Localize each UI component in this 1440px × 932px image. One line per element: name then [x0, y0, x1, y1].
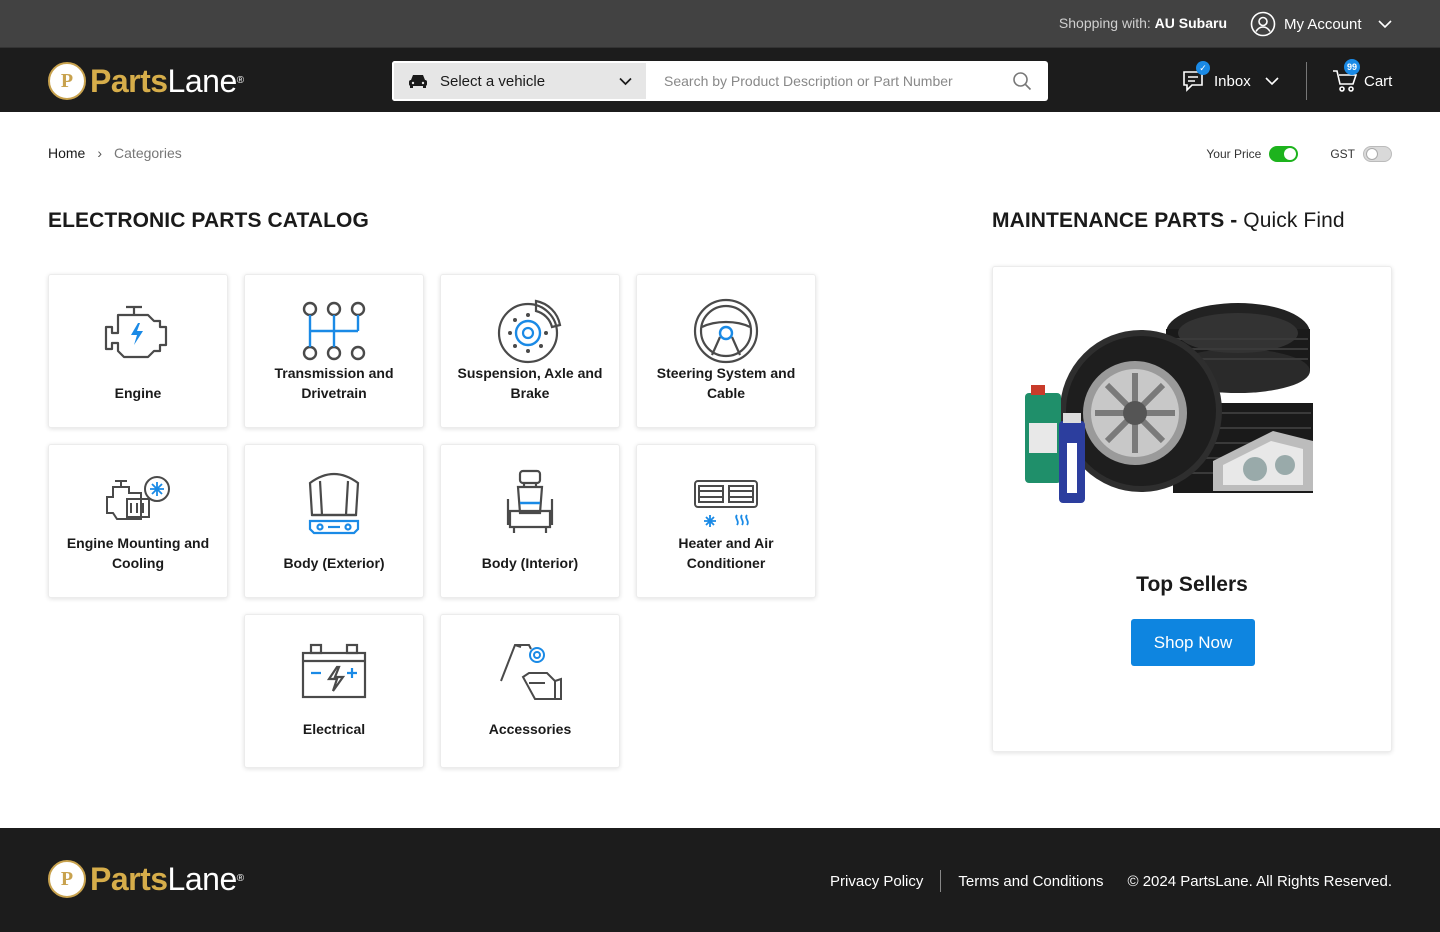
top-bar: Shopping with: AU Subaru My Account	[0, 0, 1440, 47]
brake-disc-icon	[497, 299, 562, 364]
tires-and-parts-image	[1025, 303, 1313, 503]
breadcrumb-separator: ›	[97, 145, 103, 161]
logo-mark: P	[48, 62, 86, 100]
catalog-title: ELECTRONIC PARTS CATALOG	[48, 209, 369, 232]
vehicle-label: Select a vehicle	[440, 72, 546, 90]
top-sellers-title: Top Sellers	[1136, 573, 1248, 596]
category-card-engine[interactable]: Engine	[48, 274, 228, 428]
inbox-label: Inbox	[1214, 72, 1251, 90]
footer-logo[interactable]: P PartsLane®	[48, 860, 244, 898]
price-toggles: Your Price GST	[1206, 146, 1392, 162]
main-header: P PartsLane® Select a vehicle ✓ Inbox 99…	[0, 47, 1440, 112]
steering-wheel-icon	[693, 298, 759, 364]
header-divider	[1306, 62, 1307, 100]
logo-text: PartsLane®	[90, 63, 244, 99]
chevron-down-icon	[619, 77, 632, 85]
logo-mark: P	[48, 860, 86, 898]
category-card-electrical[interactable]: Electrical	[244, 614, 424, 768]
vehicle-selector[interactable]: Select a vehicle	[392, 61, 648, 101]
category-card-steering[interactable]: Steering System and Cable	[636, 274, 816, 428]
breadcrumb-current: Categories	[114, 145, 182, 161]
car-seat-icon	[506, 469, 554, 533]
footer-links: Privacy Policy Terms and Conditions © 20…	[830, 870, 1392, 892]
gear-shift-icon	[302, 301, 366, 361]
search-icon	[1013, 72, 1032, 91]
category-card-transmission[interactable]: Transmission and Drivetrain	[244, 274, 424, 428]
category-label: Engine	[114, 385, 162, 401]
category-label: Body (Interior)	[481, 555, 579, 571]
search-button[interactable]	[996, 61, 1048, 101]
breadcrumb-home[interactable]: Home	[48, 145, 85, 161]
privacy-policy-link[interactable]: Privacy Policy	[830, 873, 923, 890]
car-hood-icon	[308, 472, 360, 535]
shopping-with: Shopping with: AU Subaru	[1059, 15, 1227, 31]
inbox-menu[interactable]: ✓ Inbox	[1182, 61, 1279, 94]
category-label: Steering System and Cable	[656, 365, 796, 401]
category-card-body-interior[interactable]: Body (Interior)	[440, 444, 620, 598]
battery-icon	[301, 643, 367, 699]
breadcrumb: Home › Categories	[48, 145, 182, 161]
category-label: Body (Exterior)	[283, 555, 385, 571]
your-price-toggle[interactable]	[1269, 146, 1299, 162]
engine-icon	[104, 305, 168, 359]
chevron-down-icon	[1265, 77, 1279, 86]
cart-count-badge: 99	[1344, 59, 1360, 75]
chevron-down-icon	[1377, 20, 1392, 29]
category-label: Transmission and Drivetrain	[274, 365, 394, 401]
maintenance-title: MAINTENANCE PARTS - Quick Find	[992, 209, 1345, 232]
category-card-accessories[interactable]: Accessories	[440, 614, 620, 768]
account-label: My Account	[1284, 15, 1362, 33]
copyright: © 2024 PartsLane. All Rights Reserved.	[1127, 872, 1392, 890]
category-card-heater-ac[interactable]: Heater and Air Conditioner	[636, 444, 816, 598]
category-label: Accessories	[488, 721, 572, 737]
user-icon	[1250, 11, 1276, 37]
inbox-check-badge: ✓	[1196, 61, 1210, 75]
gst-label: GST	[1330, 147, 1355, 161]
dealer-name: AU Subaru	[1154, 15, 1227, 31]
shopping-label: Shopping with:	[1058, 15, 1151, 31]
search-input[interactable]	[648, 61, 996, 101]
engine-cooling-icon	[106, 476, 170, 520]
mirror-icon	[500, 644, 562, 700]
partslane-logo[interactable]: P PartsLane®	[48, 62, 244, 100]
footer-divider	[940, 870, 942, 892]
footer: P PartsLane® Privacy Policy Terms and Co…	[0, 828, 1440, 932]
cart-button[interactable]: 99 Cart	[1332, 59, 1393, 94]
logo-text: PartsLane®	[90, 861, 244, 897]
shop-now-button[interactable]: Shop Now	[1131, 619, 1255, 666]
inbox-icon: ✓	[1182, 61, 1210, 94]
category-card-body-exterior[interactable]: Body (Exterior)	[244, 444, 424, 598]
car-icon	[409, 75, 427, 88]
cart-label: Cart	[1364, 72, 1393, 90]
air-vent-icon	[694, 480, 758, 527]
category-card-suspension[interactable]: Suspension, Axle and Brake	[440, 274, 620, 428]
terms-link[interactable]: Terms and Conditions	[958, 873, 1103, 890]
maintenance-card: Top Sellers Shop Now	[992, 266, 1392, 752]
category-label: Engine Mounting and Cooling	[66, 535, 210, 571]
category-label: Electrical	[302, 721, 366, 737]
category-label: Heater and Air Conditioner	[678, 535, 774, 571]
my-account-menu[interactable]: My Account	[1250, 11, 1392, 37]
search-bar: Select a vehicle	[392, 61, 1048, 101]
gst-toggle[interactable]	[1363, 146, 1392, 162]
your-price-label: Your Price	[1206, 147, 1262, 161]
category-card-engine-cooling[interactable]: Engine Mounting and Cooling	[48, 444, 228, 598]
cart-icon: 99	[1332, 59, 1360, 94]
category-label: Suspension, Axle and Brake	[457, 365, 603, 401]
